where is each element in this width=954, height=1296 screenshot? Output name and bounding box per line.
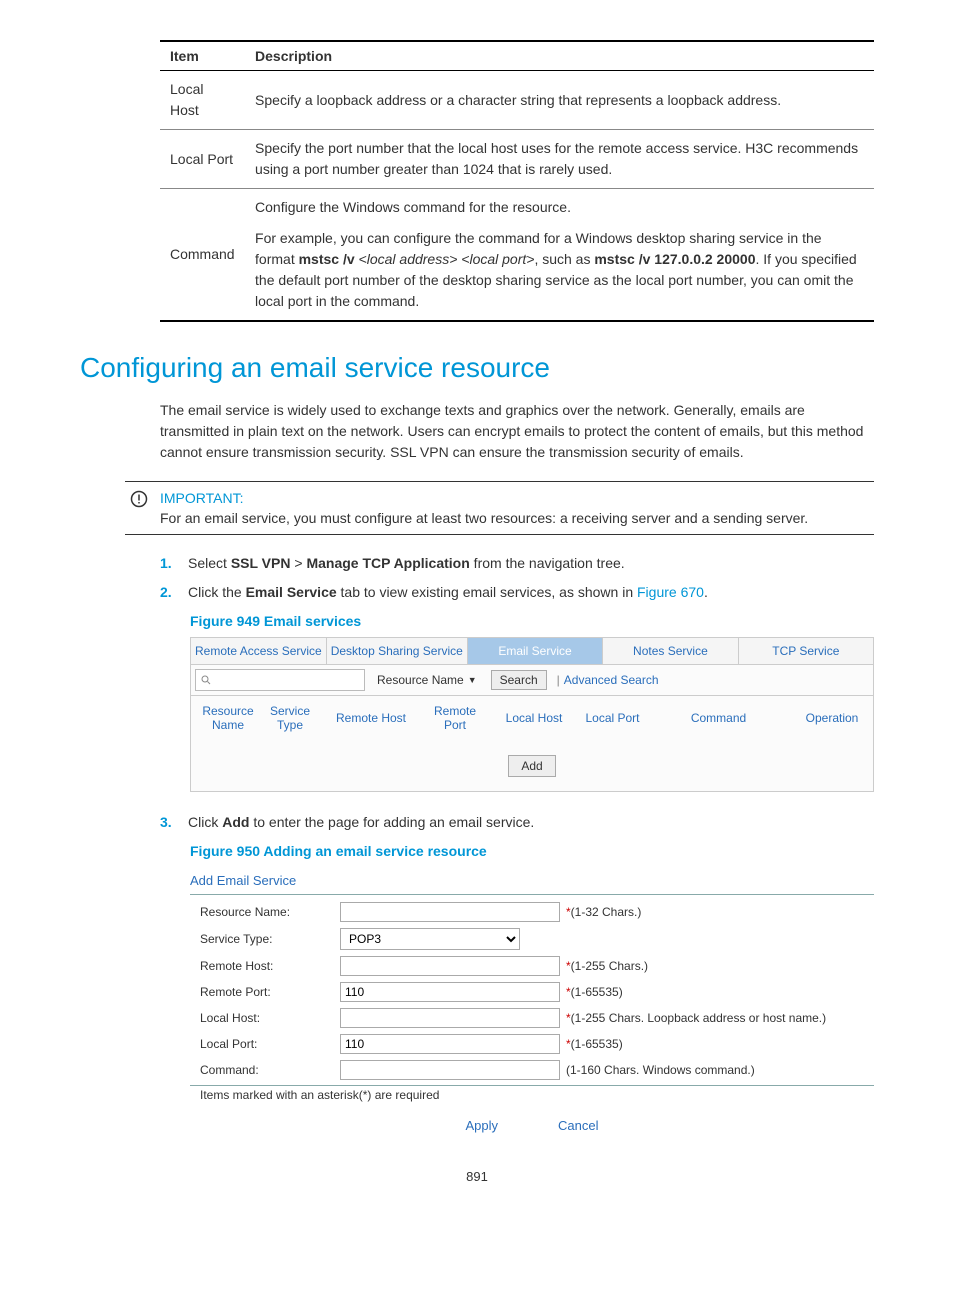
col-remote-port: Remote Port — [427, 704, 483, 733]
separator: | — [557, 673, 560, 687]
caret-down-icon: ▼ — [468, 675, 477, 685]
tab-email-service[interactable]: Email Service — [467, 638, 602, 664]
field-row-remote-host: Remote Host: *(1-255 Chars.) — [190, 953, 874, 979]
th-desc: Description — [245, 41, 874, 71]
table-row: Local Host Specify a loopback address or… — [160, 71, 874, 130]
tab-desktop-sharing[interactable]: Desktop Sharing Service — [326, 638, 467, 664]
figure-caption-2: Figure 950 Adding an email service resou… — [190, 843, 874, 859]
step-number: 2. — [160, 582, 188, 603]
step-3: 3. Click Add to enter the page for addin… — [160, 812, 874, 833]
form-title: Add Email Service — [190, 867, 874, 894]
command-desc-line1: Configure the Windows command for the re… — [255, 197, 864, 218]
table-row: Command Configure the Windows command fo… — [160, 189, 874, 322]
td-desc: Configure the Windows command for the re… — [245, 189, 874, 322]
field-label: Local Port: — [200, 1037, 340, 1051]
email-services-panel: Remote Access Service Desktop Sharing Se… — [190, 637, 874, 792]
apply-button[interactable]: Apply — [466, 1118, 499, 1133]
important-admonition: IMPORTANT: For an email service, you mus… — [125, 481, 874, 535]
td-desc: Specify the port number that the local h… — [245, 130, 874, 189]
command-input[interactable] — [340, 1060, 560, 1080]
field-row-local-host: Local Host: *(1-255 Chars. Loopback addr… — [190, 1005, 874, 1031]
important-icon — [125, 490, 153, 511]
step-number: 3. — [160, 812, 188, 833]
step-2: 2. Click the Email Service tab to view e… — [160, 582, 874, 603]
step-text: Select SSL VPN > Manage TCP Application … — [188, 553, 625, 574]
definition-table: Item Description Local Host Specify a lo… — [160, 40, 874, 322]
form-buttons: Apply Cancel — [190, 1112, 874, 1139]
col-remote-host: Remote Host — [321, 711, 421, 725]
field-label: Local Host: — [200, 1011, 340, 1025]
td-item: Local Host — [160, 71, 245, 130]
field-row-service-type: Service Type: POP3 — [190, 925, 874, 953]
add-button[interactable]: Add — [508, 755, 555, 777]
tab-remote-access[interactable]: Remote Access Service — [191, 638, 326, 664]
col-local-host: Local Host — [489, 711, 579, 725]
local-port-input[interactable] — [340, 1034, 560, 1054]
col-command: Command — [646, 711, 791, 725]
td-item: Local Port — [160, 130, 245, 189]
figure-link[interactable]: Figure 670 — [637, 584, 704, 600]
search-input[interactable] — [195, 669, 365, 691]
search-icon — [200, 674, 212, 686]
steps-list: 1. Select SSL VPN > Manage TCP Applicati… — [160, 553, 874, 603]
page-number: 891 — [80, 1169, 874, 1184]
field-hint: *(1-32 Chars.) — [566, 905, 641, 919]
step-text: Click Add to enter the page for adding a… — [188, 812, 534, 833]
col-operation: Operation — [797, 711, 867, 725]
search-bar: Resource Name ▼ Search | Advanced Search — [191, 665, 873, 696]
field-hint: *(1-255 Chars. Loopback address or host … — [566, 1011, 826, 1025]
figure-caption-1: Figure 949 Email services — [190, 613, 874, 629]
add-email-service-form: Resource Name: *(1-32 Chars.) Service Ty… — [190, 894, 874, 1086]
step-number: 1. — [160, 553, 188, 574]
field-label: Remote Host: — [200, 959, 340, 973]
table-header-row: Resource Name Service Type Remote Host R… — [191, 696, 873, 741]
field-row-local-port: Local Port: *(1-65535) — [190, 1031, 874, 1057]
field-label: Command: — [200, 1063, 340, 1077]
col-service-type: Service Type — [265, 704, 315, 733]
section-heading: Configuring an email service resource — [80, 352, 874, 384]
field-label: Remote Port: — [200, 985, 340, 999]
field-hint: (1-160 Chars. Windows command.) — [566, 1063, 755, 1077]
table-row: Local Port Specify the port number that … — [160, 130, 874, 189]
service-tabs: Remote Access Service Desktop Sharing Se… — [191, 638, 873, 665]
service-type-select[interactable]: POP3 — [340, 928, 520, 950]
step-text: Click the Email Service tab to view exis… — [188, 582, 708, 603]
field-row-remote-port: Remote Port: *(1-65535) — [190, 979, 874, 1005]
intro-paragraph: The email service is widely used to exch… — [160, 400, 874, 463]
dropdown-label: Resource Name — [377, 673, 464, 687]
td-item: Command — [160, 189, 245, 322]
tab-tcp-service[interactable]: TCP Service — [738, 638, 873, 664]
required-note: Items marked with an asterisk(*) are req… — [190, 1086, 874, 1112]
command-desc-line2: For example, you can configure the comma… — [255, 228, 864, 312]
steps-list-cont: 3. Click Add to enter the page for addin… — [160, 812, 874, 833]
remote-host-input[interactable] — [340, 956, 560, 976]
advanced-search-link[interactable]: Advanced Search — [564, 673, 659, 687]
search-button[interactable]: Search — [491, 670, 547, 690]
field-hint: *(1-65535) — [566, 1037, 623, 1051]
th-item: Item — [160, 41, 245, 71]
field-row-resource-name: Resource Name: *(1-32 Chars.) — [190, 899, 874, 925]
col-resource-name: Resource Name — [197, 704, 259, 733]
cancel-button[interactable]: Cancel — [558, 1118, 598, 1133]
field-hint: *(1-255 Chars.) — [566, 959, 648, 973]
admonition-body: For an email service, you must configure… — [160, 510, 874, 526]
field-label: Resource Name: — [200, 905, 340, 919]
col-local-port: Local Port — [585, 711, 640, 725]
tab-notes-service[interactable]: Notes Service — [602, 638, 737, 664]
search-field-dropdown[interactable]: Resource Name ▼ — [369, 673, 485, 687]
remote-port-input[interactable] — [340, 982, 560, 1002]
field-hint: *(1-65535) — [566, 985, 623, 999]
admonition-title: IMPORTANT: — [160, 490, 874, 506]
field-row-command: Command: (1-160 Chars. Windows command.) — [190, 1057, 874, 1083]
td-desc: Specify a loopback address or a characte… — [245, 71, 874, 130]
field-label: Service Type: — [200, 932, 340, 946]
resource-name-input[interactable] — [340, 902, 560, 922]
step-1: 1. Select SSL VPN > Manage TCP Applicati… — [160, 553, 874, 574]
add-row: Add — [191, 741, 873, 791]
local-host-input[interactable] — [340, 1008, 560, 1028]
